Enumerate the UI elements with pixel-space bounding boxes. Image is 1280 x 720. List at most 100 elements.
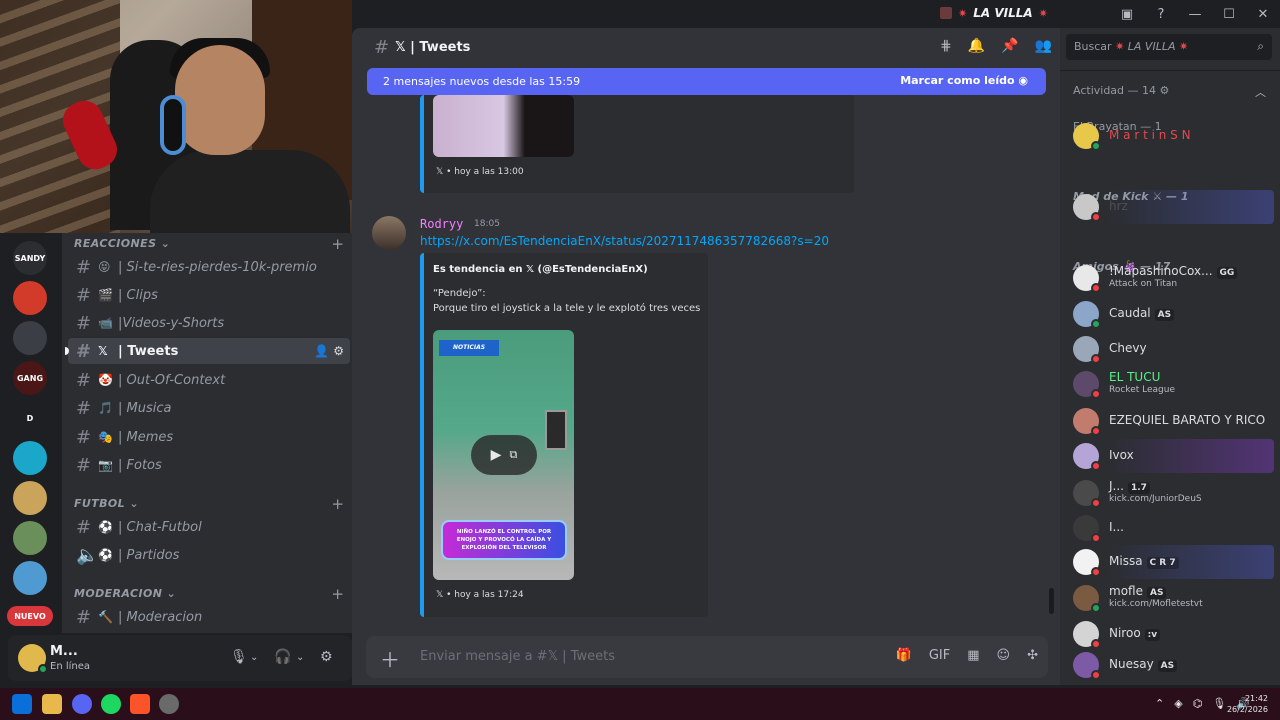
channel-label: | Out-Of-Context	[118, 372, 226, 388]
apps-icon[interactable]: ✣	[1027, 648, 1038, 663]
invite-icon[interactable]: 👤	[314, 344, 329, 358]
member-activity: Attack on Titan	[1109, 279, 1178, 289]
server-icon-doge[interactable]	[13, 481, 47, 515]
server-icon-voice-server[interactable]	[13, 321, 47, 355]
gift-icon[interactable]: 🎁	[896, 648, 912, 663]
play-button[interactable]: ▶ ⧉	[471, 435, 537, 475]
message-author[interactable]: Rodryy	[420, 217, 463, 231]
status-icon	[1091, 426, 1101, 436]
channel-sidebar: REACCIONES ⌄ + FUTBOL ⌄ + MODERACION ⌄ + # 😝 | S…	[62, 233, 352, 633]
member-item[interactable]: Missa C R 7	[1066, 545, 1274, 579]
gif-icon[interactable]: GIF	[929, 648, 950, 663]
discord-app-icon[interactable]	[72, 694, 92, 714]
chevron-up-icon[interactable]: ⌃	[1155, 697, 1164, 710]
channel-item[interactable]: # ⚽ | Chat-Futbol	[68, 514, 350, 540]
server-icon-gang[interactable]: GANG	[13, 361, 47, 395]
chevron-down-icon[interactable]: ⌄	[250, 652, 258, 663]
windows-start-icon[interactable]	[12, 694, 32, 714]
channel-item[interactable]: # 📷 | Fotos	[68, 452, 350, 478]
pin-icon[interactable]: 📌	[1001, 38, 1018, 54]
embed-image[interactable]	[433, 95, 574, 157]
spotify-icon[interactable]	[101, 694, 121, 714]
embed-author[interactable]: Es tendencia en 𝕏 (@EsTendenciaEnX)	[433, 264, 648, 275]
category-header[interactable]: MODERACION ⌄	[74, 587, 176, 600]
member-item[interactable]: Nuesay AS	[1066, 648, 1274, 682]
channel-item[interactable]: # 🎬 | Clips	[68, 282, 350, 308]
headphones-icon[interactable]: 🎧	[274, 649, 291, 665]
file-explorer-icon[interactable]	[42, 694, 62, 714]
member-item[interactable]: Niroo:v	[1066, 617, 1274, 651]
embed-footer: 𝕏 • hoy a las 17:24	[436, 590, 524, 600]
system-clock[interactable]: 21:42 26/2/2026	[1227, 693, 1268, 715]
channel-item[interactable]: # 🎵 | Musica	[68, 395, 350, 421]
channel-item[interactable]: 🔈 ⚽ | Partidos	[68, 542, 350, 568]
server-icon-SANDY[interactable]: SANDY	[13, 241, 47, 275]
member-tag: GG	[1216, 267, 1238, 279]
nvidia-icon[interactable]: ◈	[1174, 697, 1182, 710]
channel-item[interactable]: # 🔨 | Moderacion	[68, 604, 350, 630]
user-name[interactable]: M...	[50, 644, 78, 659]
brave-browser-icon[interactable]	[130, 694, 150, 714]
server-icon-green-frog[interactable]	[13, 281, 47, 315]
member-item[interactable]: Caudal AS	[1066, 297, 1274, 331]
member-item[interactable]: M a r t i n S N	[1066, 119, 1274, 153]
inbox-icon[interactable]: ▣	[1110, 7, 1144, 22]
wifi-icon[interactable]: ⌬	[1193, 697, 1203, 710]
bell-icon[interactable]: 🔔	[968, 38, 985, 54]
avatar[interactable]	[372, 216, 406, 250]
scrollbar[interactable]	[1049, 588, 1054, 614]
add-channel-icon[interactable]: +	[331, 585, 344, 603]
add-channel-icon[interactable]: +	[331, 235, 344, 253]
channel-item[interactable]: # 🎭 | Memes	[68, 424, 350, 450]
search-input[interactable]: Buscar ✷ LA VILLA ✷ ⌕	[1066, 34, 1272, 60]
chevron-down-icon[interactable]: ⌄	[296, 652, 304, 663]
help-icon[interactable]: ?	[1144, 7, 1178, 22]
channel-item[interactable]: # 📹 |Videos-y-Shorts	[68, 310, 350, 336]
add-attachment-icon[interactable]: ＋	[380, 644, 400, 673]
microphone-icon[interactable]: 🎙	[230, 649, 248, 665]
member-item[interactable]: EL TUCU Rocket League	[1066, 367, 1274, 401]
member-item[interactable]: EZEQUIEL BARATO Y RICO	[1066, 404, 1274, 438]
hash-icon: #	[76, 454, 92, 476]
member-item[interactable]: J... 1.7 kick.com/JuniorDeuS	[1066, 476, 1274, 510]
server-icon-gta[interactable]	[13, 521, 47, 555]
gear-icon[interactable]: ⚙	[320, 649, 333, 665]
gear-icon[interactable]: ⚙	[333, 344, 344, 358]
new-badge[interactable]: NUEVO	[7, 606, 53, 626]
member-item[interactable]: hrz	[1066, 190, 1274, 224]
server-icon-neon[interactable]	[13, 441, 47, 475]
sticker-icon[interactable]: ▦	[967, 648, 979, 663]
channel-item[interactable]: # 😝 | Si-te-ries-pierdes-10k-premio	[68, 254, 350, 280]
obs-icon[interactable]	[159, 694, 179, 714]
member-item[interactable]: mofle AS kick.com/Mofletestvt	[1066, 581, 1274, 615]
minimize-icon[interactable]: —	[1178, 7, 1212, 22]
message-input[interactable]: Enviar mensaje a #𝕏 | Tweets	[420, 649, 615, 664]
mark-as-read-button[interactable]: Marcar como leído ◉	[900, 74, 1028, 87]
channel-item[interactable]: # 𝕏 | Tweets 👤 ⚙	[65, 338, 350, 364]
new-messages-banner[interactable]: 2 mensajes nuevos desde las 15:59 Marcar…	[367, 68, 1046, 95]
maximize-icon[interactable]: ☐	[1212, 7, 1246, 22]
member-item[interactable]: I...	[1066, 511, 1274, 545]
speaker-icon: 🔈	[76, 544, 99, 566]
member-tag: C R 7	[1146, 557, 1179, 569]
channel-item[interactable]: # 🤡 | Out-Of-Context	[68, 367, 350, 393]
message-composer[interactable]: ＋ Enviar mensaje a #𝕏 | Tweets 🎁 GIF ▦ ☺…	[366, 636, 1048, 678]
server-icon-landscape[interactable]	[13, 561, 47, 595]
member-item[interactable]: !MapashinoCox... GG Attack on Titan	[1066, 261, 1274, 295]
members-icon[interactable]: 👥	[1035, 38, 1052, 54]
member-item[interactable]: Ivox	[1066, 439, 1274, 473]
video-thumbnail[interactable]: NOTICIAS ▶ ⧉ NIÑO LANZÓ EL CONTROL POR EN…	[433, 330, 574, 580]
category-header[interactable]: FUTBOL ⌄	[74, 497, 139, 510]
microphone-icon[interactable]: 🎙	[1212, 697, 1226, 710]
chevron-up-icon[interactable]: ︿	[1255, 84, 1266, 100]
message-link[interactable]: https://x.com/EsTendenciaEnX/status/2027…	[420, 234, 829, 248]
server-icon-detroit[interactable]: D	[13, 401, 47, 435]
emoji-icon[interactable]: ☺	[997, 648, 1011, 663]
member-item[interactable]: Chevy	[1066, 332, 1274, 366]
add-channel-icon[interactable]: +	[331, 495, 344, 513]
member-name: Chevy	[1109, 341, 1147, 355]
channel-emoji-icon: 😝	[98, 260, 111, 274]
category-header[interactable]: REACCIONES ⌄	[74, 237, 170, 250]
close-icon[interactable]: ✕	[1246, 7, 1280, 22]
threads-icon[interactable]: ⋕	[940, 38, 952, 54]
